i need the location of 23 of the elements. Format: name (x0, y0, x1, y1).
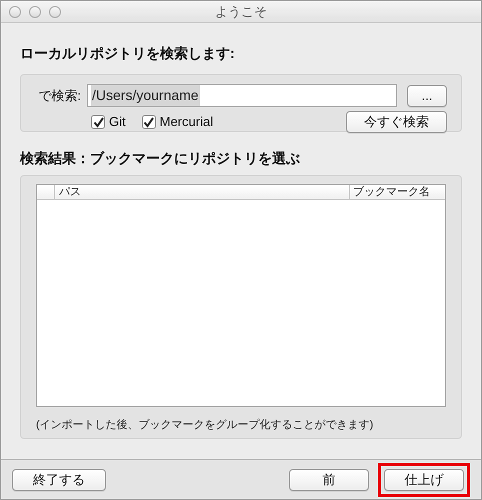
section-heading: 検索結果：ブックマークにリポジトリを選ぶ (20, 149, 301, 168)
dialog-button[interactable]: 仕上げ (384, 468, 464, 490)
browse-button[interactable]: ... (407, 84, 447, 106)
path-value: /Users/yourname (91, 85, 200, 106)
dialog-button[interactable]: 終了する (12, 468, 106, 490)
column-header[interactable]: パス (55, 184, 349, 200)
checkbox-label: Mercurial (160, 113, 214, 132)
checkbox-label: Git (109, 113, 126, 132)
checkbox[interactable] (142, 115, 156, 129)
window-control-icon[interactable] (29, 6, 41, 18)
window-control-icon[interactable] (49, 6, 61, 18)
section-heading: ローカルリポジトリを検索します: (20, 44, 236, 63)
hint-text: (インポートした後、ブックマークをグループ化することができます) (36, 418, 374, 433)
dialog-button[interactable]: 前 (289, 468, 369, 490)
checkmark-icon (143, 116, 154, 128)
checkmark-icon (92, 116, 104, 128)
search-now-button[interactable]: 今すぐ検索 (346, 111, 447, 133)
field-label: で検索: (37, 86, 82, 105)
window-control-icon[interactable] (9, 6, 21, 18)
column-header[interactable]: ブックマーク名 (349, 185, 445, 199)
window-title: ようこそ (215, 2, 267, 21)
path-field[interactable]: /Users/yourname (87, 84, 397, 107)
checkbox[interactable] (91, 115, 105, 129)
